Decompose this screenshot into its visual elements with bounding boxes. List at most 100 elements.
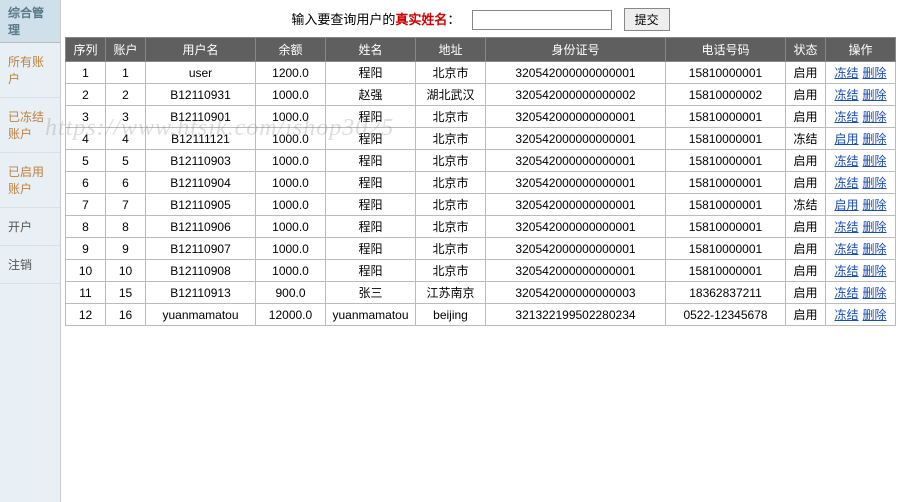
cell-name: 程阳: [326, 128, 416, 150]
op-link[interactable]: 冻结: [834, 308, 858, 322]
cell-phone: 15810000001: [666, 106, 786, 128]
op-link[interactable]: 删除: [863, 132, 887, 146]
cell-status: 启用: [786, 172, 826, 194]
cell-bal: 1000.0: [256, 172, 326, 194]
op-link[interactable]: 冻结: [834, 264, 858, 278]
search-label-suffix: ：: [447, 12, 460, 27]
cell-id: 320542000000000001: [486, 106, 666, 128]
cell-phone: 18362837211: [666, 282, 786, 304]
cell-phone: 15810000001: [666, 150, 786, 172]
cell-status: 冻结: [786, 194, 826, 216]
cell-status: 启用: [786, 150, 826, 172]
table-row: 22B121109311000.0赵强湖北武汉32054200000000000…: [66, 84, 896, 106]
sidebar-item-3[interactable]: 开户: [0, 208, 60, 246]
op-link[interactable]: 启用: [834, 132, 858, 146]
cell-phone: 15810000002: [666, 84, 786, 106]
cell-phone: 15810000001: [666, 62, 786, 84]
op-link[interactable]: 冻结: [834, 176, 858, 190]
op-link[interactable]: 删除: [863, 154, 887, 168]
cell-ops: 冻结删除: [826, 238, 896, 260]
op-link[interactable]: 冻结: [834, 110, 858, 124]
cell-name: 程阳: [326, 106, 416, 128]
sidebar-item-2[interactable]: 已启用账户: [0, 153, 60, 208]
sidebar-item-1[interactable]: 已冻结账户: [0, 98, 60, 153]
op-link[interactable]: 删除: [863, 66, 887, 80]
cell-addr: 北京市: [416, 260, 486, 282]
table-row: 11user1200.0程阳北京市32054200000000000115810…: [66, 62, 896, 84]
cell-addr: 北京市: [416, 150, 486, 172]
op-link[interactable]: 删除: [863, 308, 887, 322]
sidebar-item-4[interactable]: 注销: [0, 246, 60, 284]
cell-seq: 11: [66, 282, 106, 304]
cell-bal: 1000.0: [256, 128, 326, 150]
search-input[interactable]: [472, 10, 612, 30]
cell-user: B12110908: [146, 260, 256, 282]
cell-seq: 6: [66, 172, 106, 194]
cell-seq: 2: [66, 84, 106, 106]
col-header-5: 地址: [416, 38, 486, 62]
cell-bal: 1000.0: [256, 106, 326, 128]
col-header-1: 账户: [106, 38, 146, 62]
sidebar: 综合管理 所有账户已冻结账户已启用账户开户注销: [0, 0, 61, 502]
cell-status: 启用: [786, 84, 826, 106]
main-content: 输入要查询用户的真实姓名： 提交 序列账户用户名余额姓名地址身份证号电话号码状态…: [61, 0, 900, 502]
op-link[interactable]: 冻结: [834, 286, 858, 300]
cell-user: yuanmamatou: [146, 304, 256, 326]
cell-status: 冻结: [786, 128, 826, 150]
col-header-3: 余额: [256, 38, 326, 62]
cell-status: 启用: [786, 216, 826, 238]
search-label-prefix: 输入要查询用户的: [291, 12, 395, 27]
op-link[interactable]: 冻结: [834, 220, 858, 234]
op-link[interactable]: 删除: [863, 220, 887, 234]
cell-bal: 1000.0: [256, 150, 326, 172]
op-link[interactable]: 冻结: [834, 88, 858, 102]
table-row: 44B121111211000.0程阳北京市320542000000000001…: [66, 128, 896, 150]
cell-bal: 1000.0: [256, 194, 326, 216]
cell-name: 程阳: [326, 216, 416, 238]
cell-id: 320542000000000003: [486, 282, 666, 304]
cell-user: B12110901: [146, 106, 256, 128]
cell-name: 张三: [326, 282, 416, 304]
table-row: 55B121109031000.0程阳北京市320542000000000001…: [66, 150, 896, 172]
cell-acct: 2: [106, 84, 146, 106]
op-link[interactable]: 启用: [834, 198, 858, 212]
cell-acct: 10: [106, 260, 146, 282]
cell-addr: 北京市: [416, 128, 486, 150]
submit-button[interactable]: 提交: [624, 8, 670, 31]
search-bar: 输入要查询用户的真实姓名： 提交: [65, 2, 896, 37]
cell-bal: 1200.0: [256, 62, 326, 84]
cell-bal: 1000.0: [256, 84, 326, 106]
cell-phone: 15810000001: [666, 216, 786, 238]
table-row: 1216yuanmamatou12000.0yuanmamatoubeijing…: [66, 304, 896, 326]
col-header-2: 用户名: [146, 38, 256, 62]
cell-user: B12110913: [146, 282, 256, 304]
cell-addr: beijing: [416, 304, 486, 326]
cell-phone: 15810000001: [666, 194, 786, 216]
op-link[interactable]: 删除: [863, 110, 887, 124]
cell-bal: 1000.0: [256, 260, 326, 282]
cell-seq: 5: [66, 150, 106, 172]
op-link[interactable]: 删除: [863, 242, 887, 256]
op-link[interactable]: 冻结: [834, 154, 858, 168]
sidebar-item-0[interactable]: 所有账户: [0, 43, 60, 98]
cell-acct: 15: [106, 282, 146, 304]
table-header-row: 序列账户用户名余额姓名地址身份证号电话号码状态操作: [66, 38, 896, 62]
cell-bal: 900.0: [256, 282, 326, 304]
op-link[interactable]: 冻结: [834, 242, 858, 256]
cell-user: B12110904: [146, 172, 256, 194]
cell-user: B12111121: [146, 128, 256, 150]
sidebar-header: 综合管理: [0, 0, 60, 43]
op-link[interactable]: 删除: [863, 286, 887, 300]
op-link[interactable]: 删除: [863, 176, 887, 190]
op-link[interactable]: 删除: [863, 88, 887, 102]
op-link[interactable]: 冻结: [834, 66, 858, 80]
cell-seq: 1: [66, 62, 106, 84]
cell-acct: 8: [106, 216, 146, 238]
table-row: 1115B12110913900.0张三江苏南京3205420000000000…: [66, 282, 896, 304]
op-link[interactable]: 删除: [863, 198, 887, 212]
cell-status: 启用: [786, 238, 826, 260]
cell-ops: 冻结删除: [826, 106, 896, 128]
cell-ops: 冻结删除: [826, 172, 896, 194]
cell-user: user: [146, 62, 256, 84]
op-link[interactable]: 删除: [863, 264, 887, 278]
